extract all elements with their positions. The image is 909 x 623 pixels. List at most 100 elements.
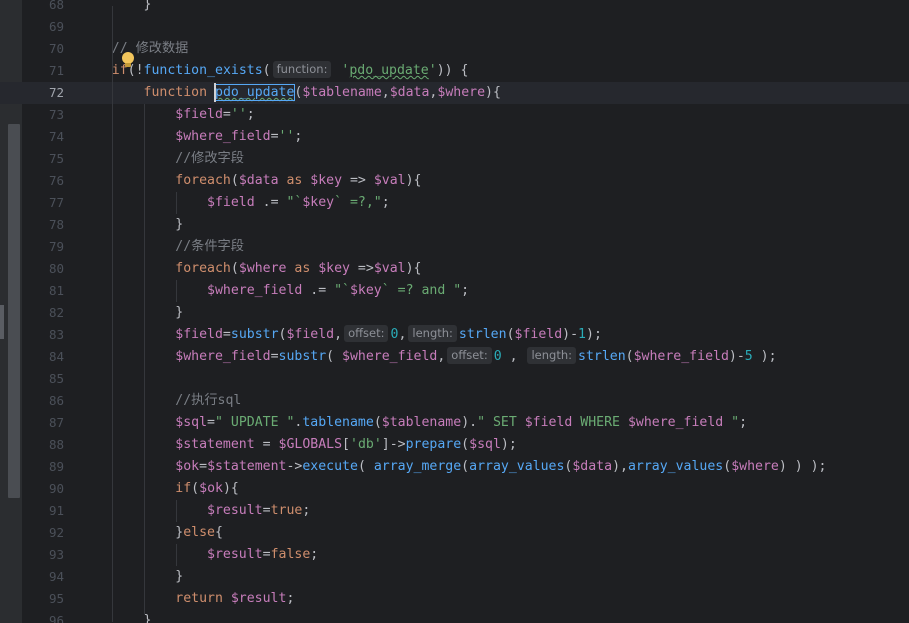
line-number[interactable]: 92 — [22, 522, 64, 544]
code-text[interactable]: //条件字段 — [80, 236, 244, 258]
code-line[interactable]: 83 $field=substr($field, offset: 0, length:… — [0, 324, 909, 346]
code-line[interactable]: 85 — [0, 368, 909, 390]
code-line[interactable]: 93 $result=false; — [0, 544, 909, 566]
code-token: foreach — [175, 261, 231, 276]
code-token: prepare — [405, 437, 462, 452]
code-line[interactable]: 91 $result=true; — [0, 500, 909, 522]
code-token: '' — [230, 107, 247, 122]
line-number[interactable]: 71 — [22, 60, 64, 82]
code-text[interactable]: $result=false; — [80, 544, 318, 566]
code-token: $field — [175, 327, 223, 342]
line-number[interactable]: 84 — [22, 346, 64, 368]
code-token: $key — [310, 173, 343, 188]
code-line[interactable]: 80 foreach($where as $key =>$val){ — [0, 258, 909, 280]
code-line[interactable]: 68 } — [0, 0, 909, 16]
line-number[interactable]: 79 — [22, 236, 64, 258]
code-token: = — [222, 107, 231, 122]
code-text[interactable]: if($ok){ — [80, 478, 239, 500]
line-number[interactable]: 69 — [22, 16, 64, 38]
line-number[interactable]: 80 — [22, 258, 64, 280]
code-token: $where_field — [207, 283, 303, 298]
code-text[interactable]: } — [80, 566, 183, 588]
code-text[interactable]: } — [80, 214, 183, 236]
code-text[interactable]: foreach($data as $key => $val){ — [80, 170, 421, 192]
line-number[interactable]: 78 — [22, 214, 64, 236]
code-line[interactable]: 90 if($ok){ — [0, 478, 909, 500]
code-text[interactable]: } — [80, 0, 152, 16]
line-number[interactable]: 82 — [22, 302, 64, 324]
code-line[interactable]: 78 } — [0, 214, 909, 236]
code-text[interactable]: } — [80, 610, 152, 623]
code-line[interactable]: 71 if(!function_exists(function: 'pdo_up… — [0, 60, 909, 82]
line-number[interactable]: 73 — [22, 104, 64, 126]
code-text[interactable]: //执行sql — [80, 390, 241, 412]
code-text[interactable]: }else{ — [80, 522, 223, 544]
code-text[interactable]: $result=true; — [80, 500, 310, 522]
code-line[interactable]: 96 } — [0, 610, 909, 623]
line-number[interactable]: 85 — [22, 368, 64, 390]
code-token: ; — [461, 283, 470, 298]
code-line[interactable]: 73 $field=''; — [0, 104, 909, 126]
line-number[interactable]: 70 — [22, 38, 64, 60]
code-line[interactable]: 88 $statement = $GLOBALS['db']->prepare(… — [0, 434, 909, 456]
code-text[interactable]: function pdo_update($tablename,$data,$wh… — [80, 82, 501, 104]
code-line[interactable]: 76 foreach($data as $key => $val){ — [0, 170, 909, 192]
line-number[interactable]: 88 — [22, 434, 64, 456]
code-token: 'db' — [350, 437, 382, 452]
code-line[interactable]: 92 }else{ — [0, 522, 909, 544]
line-number[interactable]: 96 — [22, 610, 64, 623]
code-line[interactable]: 72 function pdo_update($tablename,$data,… — [0, 82, 909, 104]
code-text[interactable]: $field=''; — [80, 104, 254, 126]
code-text[interactable]: $sql=" UPDATE ".tablename($tablename)." … — [80, 412, 747, 434]
line-number[interactable]: 75 — [22, 148, 64, 170]
code-line[interactable]: 84 $where_field=substr( $where_field, off… — [0, 346, 909, 368]
lightbulb-icon[interactable] — [120, 52, 136, 68]
code-text[interactable]: $field .= "`$key` =?,"; — [80, 192, 390, 214]
line-number[interactable]: 90 — [22, 478, 64, 500]
line-number[interactable]: 83 — [22, 324, 64, 346]
code-line[interactable]: 77 $field .= "`$key` =?,"; — [0, 192, 909, 214]
code-text[interactable]: if(!function_exists(function: 'pdo_updat… — [80, 60, 468, 82]
code-token: $ok — [199, 481, 223, 496]
code-text[interactable]: $ok=$statement->execute( array_merge(arr… — [80, 456, 826, 478]
code-line[interactable]: 95 return $result; — [0, 588, 909, 610]
code-token: ( — [191, 481, 200, 496]
line-number[interactable]: 89 — [22, 456, 64, 478]
code-text[interactable]: //修改字段 — [80, 148, 244, 170]
code-text[interactable]: $statement = $GLOBALS['db']->prepare($sq… — [80, 434, 517, 456]
code-line[interactable]: 69 — [0, 16, 909, 38]
code-text[interactable]: $where_field .= "`$key` =? and "; — [80, 280, 469, 302]
line-number[interactable]: 94 — [22, 566, 64, 588]
code-line[interactable]: 86 //执行sql — [0, 390, 909, 412]
code-line[interactable]: 70 // 修改数据 — [0, 38, 909, 60]
line-number[interactable]: 74 — [22, 126, 64, 148]
line-number[interactable]: 68 — [22, 0, 64, 16]
code-line[interactable]: 94 } — [0, 566, 909, 588]
code-line[interactable]: 81 $where_field .= "`$key` =? and "; — [0, 280, 909, 302]
code-line[interactable]: 75 //修改字段 — [0, 148, 909, 170]
code-editor[interactable]: 68 } 69 70 // 修改数据 71 if(!function_exists(f… — [0, 0, 909, 623]
line-number[interactable]: 81 — [22, 280, 64, 302]
code-line[interactable]: 87 $sql=" UPDATE ".tablename($tablename)… — [0, 412, 909, 434]
code-line[interactable]: 79 //条件字段 — [0, 236, 909, 258]
code-text[interactable]: $where_field=substr( $where_field, offset… — [80, 346, 777, 368]
code-line[interactable]: 89 $ok=$statement->execute( array_merge(… — [0, 456, 909, 478]
code-text[interactable]: $where_field=''; — [80, 126, 302, 148]
code-text[interactable]: $field=substr($field, offset: 0, length: str… — [80, 324, 602, 346]
line-number[interactable]: 72 — [22, 82, 64, 104]
line-number[interactable]: 77 — [22, 192, 64, 214]
code-line[interactable]: 82 } — [0, 302, 909, 324]
code-text[interactable]: foreach($where as $key =>$val){ — [80, 258, 421, 280]
code-text[interactable]: } — [80, 302, 183, 324]
code-token: $key — [318, 261, 350, 276]
line-number[interactable]: 76 — [22, 170, 64, 192]
code-token: } — [80, 569, 184, 584]
line-number[interactable]: 91 — [22, 500, 64, 522]
code-token: } — [80, 525, 184, 540]
line-number[interactable]: 87 — [22, 412, 64, 434]
line-number[interactable]: 93 — [22, 544, 64, 566]
code-token: ( — [461, 437, 470, 452]
line-number[interactable]: 95 — [22, 588, 64, 610]
code-line[interactable]: 74 $where_field=''; — [0, 126, 909, 148]
line-number[interactable]: 86 — [22, 390, 64, 412]
